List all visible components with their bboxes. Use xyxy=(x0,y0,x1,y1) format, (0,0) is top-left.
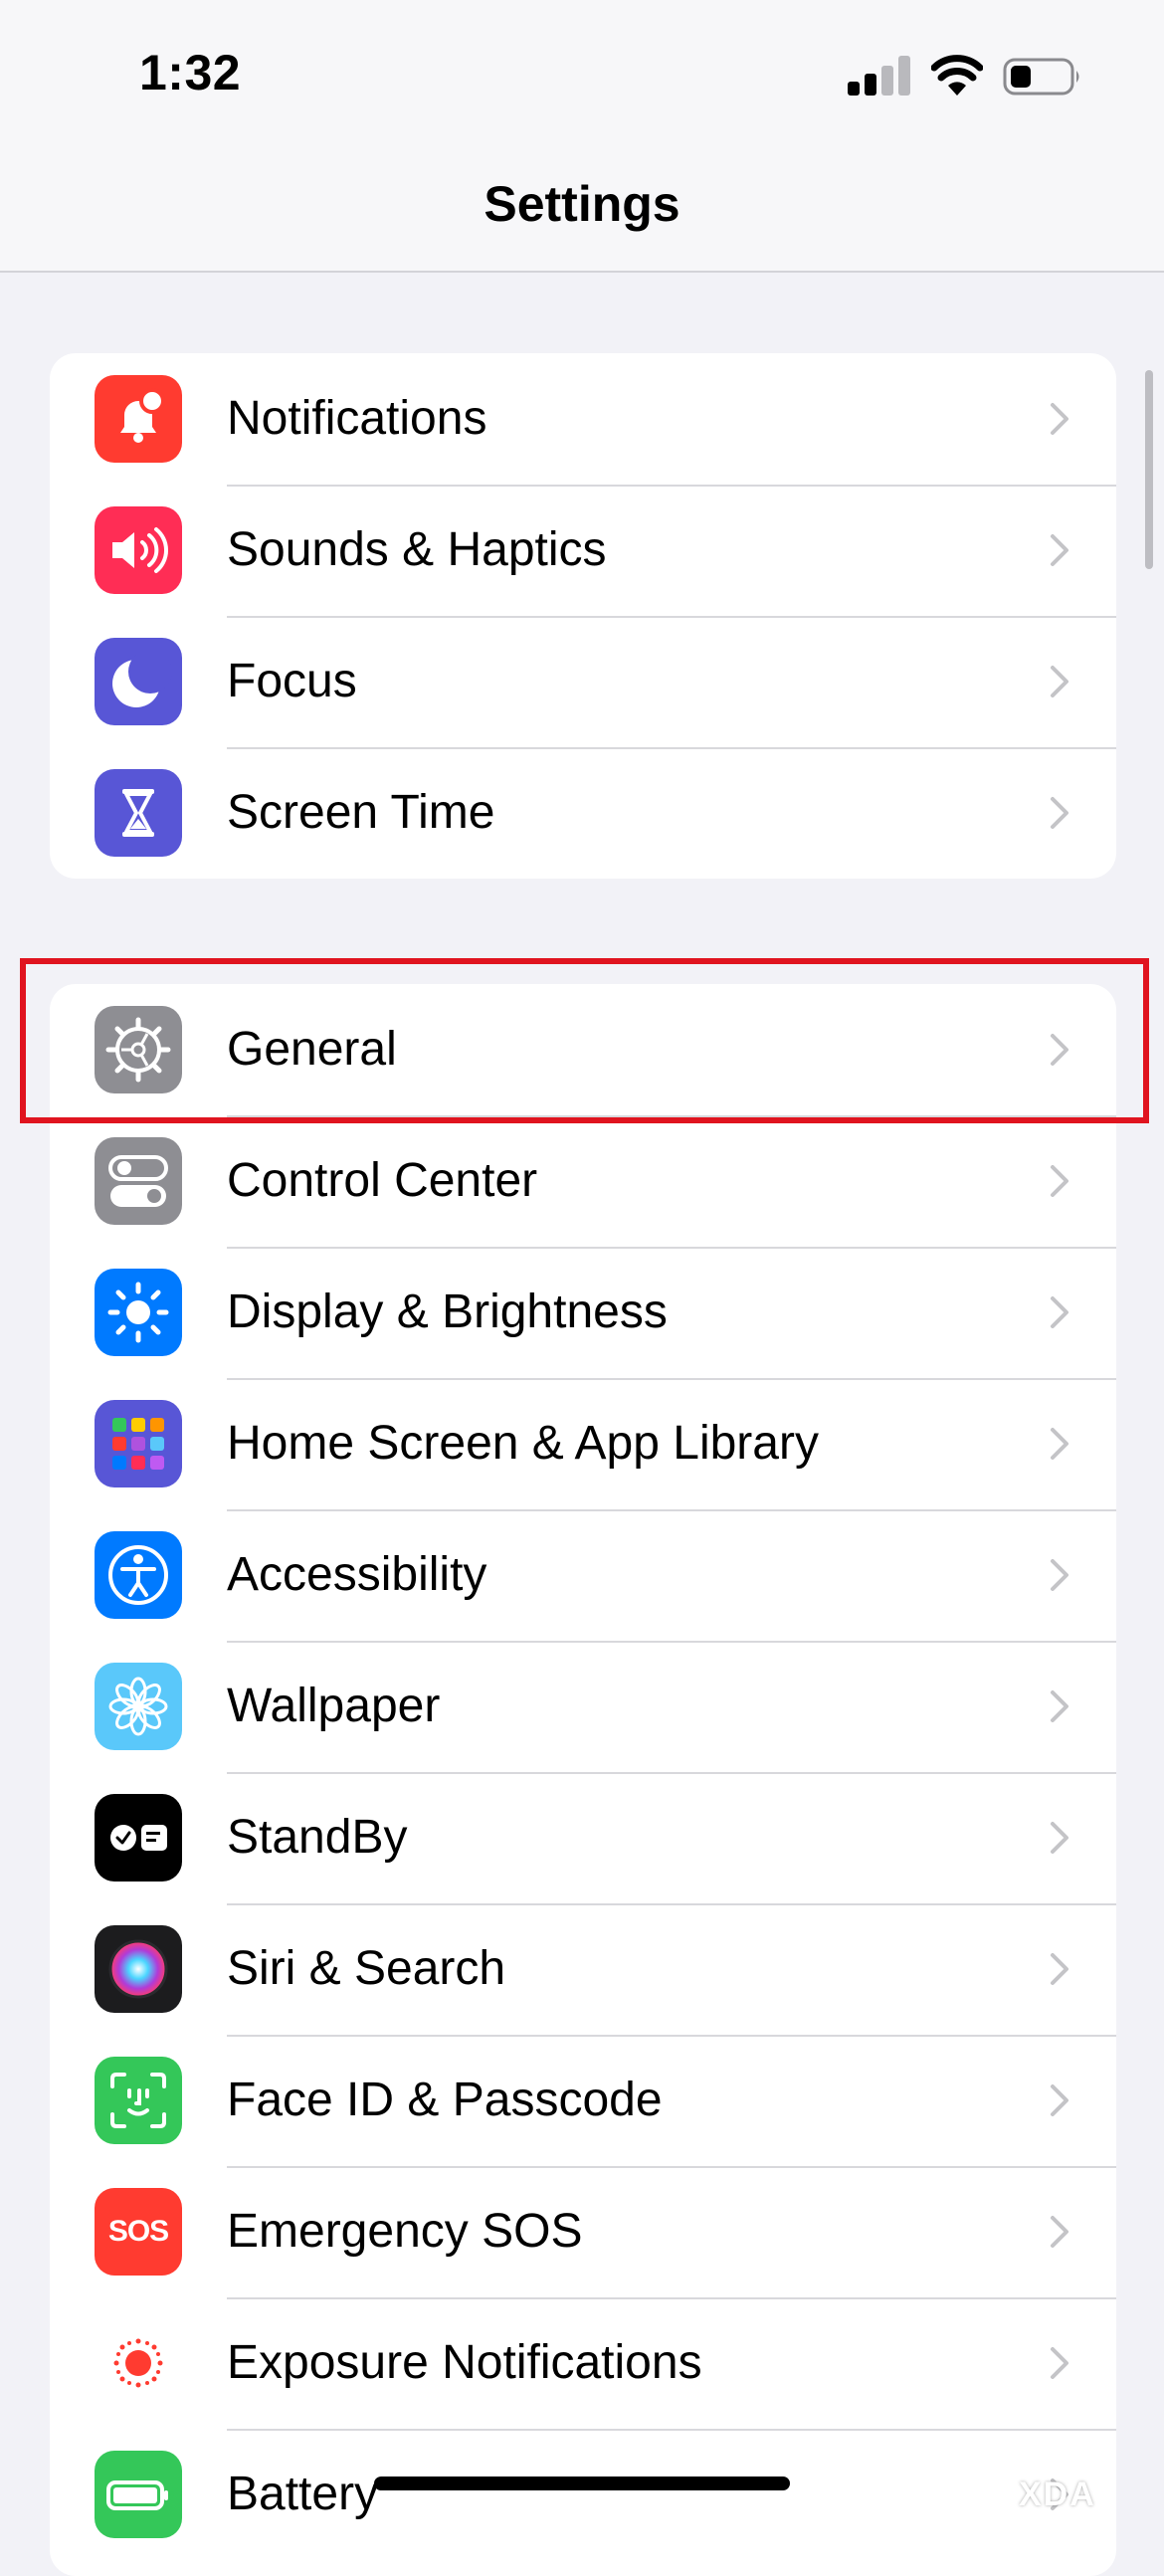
settings-row-label: Screen Time xyxy=(227,786,495,839)
settings-row-notifications[interactable]: Notifications xyxy=(50,353,1116,485)
settings-row-face-id[interactable]: Face ID & Passcode xyxy=(50,2035,1116,2166)
settings-row-label: Face ID & Passcode xyxy=(227,2074,663,2126)
sun-icon xyxy=(95,1269,182,1356)
settings-row-wallpaper[interactable]: Wallpaper xyxy=(50,1641,1116,1772)
chevron-right-icon xyxy=(1051,1953,1068,1985)
settings-row-home-screen[interactable]: Home Screen & App Library xyxy=(50,1378,1116,1509)
chevron-right-icon xyxy=(1051,797,1068,829)
chevron-right-icon xyxy=(1051,2084,1068,2116)
sos-icon-text: SOS xyxy=(107,2215,169,2248)
battery-icon xyxy=(95,2451,182,2538)
face-id-icon xyxy=(95,2057,182,2144)
settings-row-sounds-haptics[interactable]: Sounds & Haptics xyxy=(50,485,1116,616)
settings-row-label: Exposure Notifications xyxy=(227,2336,702,2389)
hourglass-icon xyxy=(95,769,182,857)
settings-row-label: Battery xyxy=(227,2468,379,2520)
settings-row-label: Notifications xyxy=(227,392,487,445)
speaker-icon xyxy=(95,506,182,594)
settings-row-display-brightness[interactable]: Display & Brightness xyxy=(50,1247,1116,1378)
settings-row-battery[interactable]: Battery xyxy=(50,2429,1116,2560)
accessibility-person-icon xyxy=(95,1531,182,1619)
battery-status-icon xyxy=(1003,57,1082,97)
scroll-indicator[interactable] xyxy=(1145,370,1153,569)
settings-row-label: Sounds & Haptics xyxy=(227,523,607,576)
sos-icon: SOS xyxy=(95,2188,182,2276)
status-bar: 1:32 xyxy=(0,0,1164,149)
general-highlight-box xyxy=(20,958,1149,1123)
app-grid-icon xyxy=(95,1400,182,1487)
cellular-signal-icon xyxy=(848,56,910,96)
chevron-right-icon xyxy=(1051,403,1068,435)
settings-group-attention: Notifications Sounds & Haptics Focus Scr… xyxy=(50,353,1116,879)
chevron-right-icon xyxy=(1051,2216,1068,2248)
settings-row-label: Focus xyxy=(227,655,357,707)
chevron-right-icon xyxy=(1051,1296,1068,1328)
watermark-logo: XDA xyxy=(1019,2476,1096,2513)
page-title: Settings xyxy=(484,176,680,232)
home-indicator[interactable] xyxy=(374,2477,790,2490)
chevron-right-icon xyxy=(1051,1822,1068,1854)
navigation-bar: Settings xyxy=(0,149,1164,273)
siri-orb-icon xyxy=(95,1925,182,2013)
settings-row-emergency-sos[interactable]: SOS Emergency SOS xyxy=(50,2166,1116,2297)
settings-row-label: Accessibility xyxy=(227,1548,487,1601)
standby-clock-icon xyxy=(95,1794,182,1882)
exposure-dot-icon xyxy=(95,2319,182,2407)
settings-row-label: Home Screen & App Library xyxy=(227,1417,819,1470)
settings-row-label: Wallpaper xyxy=(227,1680,441,1732)
chevron-right-icon xyxy=(1051,1428,1068,1460)
settings-row-label: StandBy xyxy=(227,1811,408,1864)
settings-row-control-center[interactable]: Control Center xyxy=(50,1115,1116,1247)
chevron-right-icon xyxy=(1051,1690,1068,1722)
flower-icon xyxy=(95,1663,182,1750)
settings-row-label: Display & Brightness xyxy=(227,1286,668,1338)
settings-row-screen-time[interactable]: Screen Time xyxy=(50,747,1116,879)
chevron-right-icon xyxy=(1051,1559,1068,1591)
settings-row-focus[interactable]: Focus xyxy=(50,616,1116,747)
settings-row-exposure-notifications[interactable]: Exposure Notifications xyxy=(50,2297,1116,2429)
notifications-bell-icon xyxy=(95,375,182,463)
moon-icon xyxy=(95,638,182,725)
settings-row-siri-search[interactable]: Siri & Search xyxy=(50,1903,1116,2035)
settings-group-system: General Control Center Display & Brightn… xyxy=(50,984,1116,2576)
wifi-icon xyxy=(930,52,984,96)
toggles-icon xyxy=(95,1137,182,1225)
chevron-right-icon xyxy=(1051,1165,1068,1197)
settings-row-standby[interactable]: StandBy xyxy=(50,1772,1116,1903)
chevron-right-icon xyxy=(1051,534,1068,566)
chevron-right-icon xyxy=(1051,666,1068,697)
chevron-right-icon xyxy=(1051,2347,1068,2379)
settings-row-label: Emergency SOS xyxy=(227,2205,583,2258)
status-time: 1:32 xyxy=(139,45,242,100)
settings-row-label: Control Center xyxy=(227,1154,538,1207)
settings-row-accessibility[interactable]: Accessibility xyxy=(50,1509,1116,1641)
settings-row-label: Siri & Search xyxy=(227,1942,506,1995)
